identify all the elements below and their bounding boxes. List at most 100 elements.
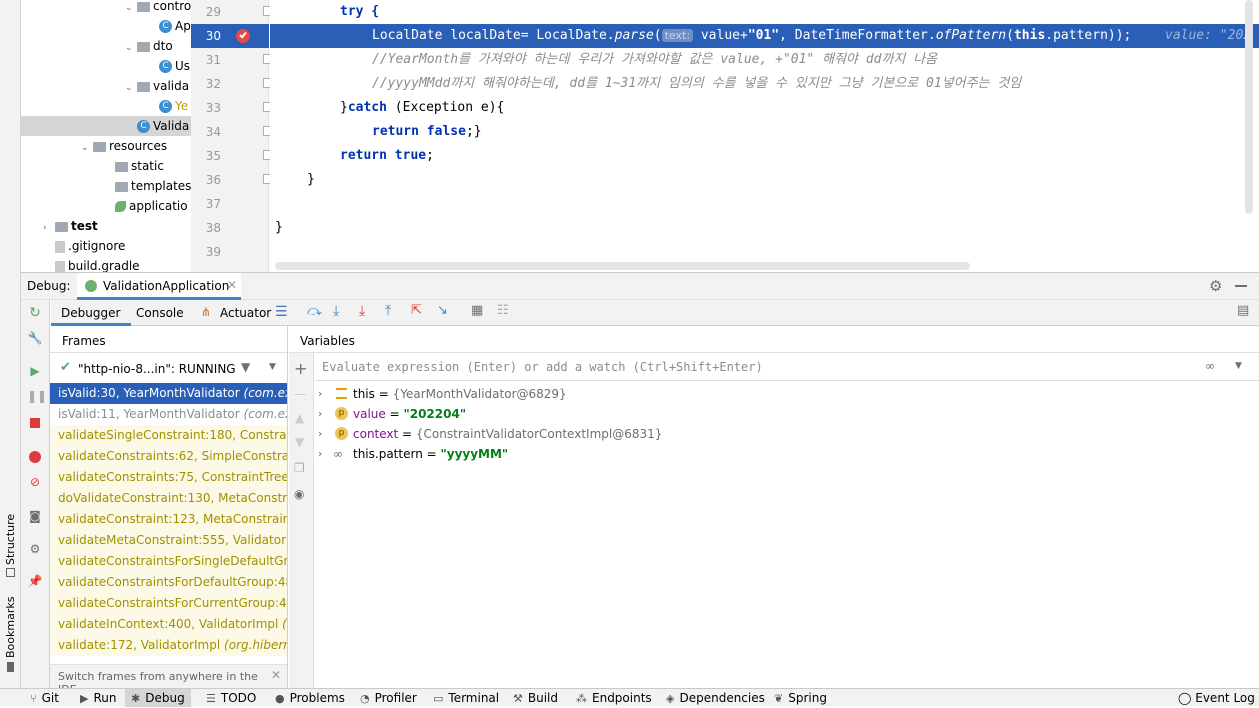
bottom-tab-terminal[interactable]: ▭ Terminal xyxy=(433,689,499,707)
settings-icon[interactable]: ⚙ xyxy=(27,541,43,557)
tab-actuator[interactable]: Actuator xyxy=(220,306,271,320)
modify-run-config-icon[interactable]: 🔧 xyxy=(27,330,43,346)
minimize-icon[interactable] xyxy=(1235,285,1247,287)
menu-lines-icon[interactable]: ☰ xyxy=(275,304,288,320)
layout-icon[interactable]: ▤ xyxy=(1237,303,1249,318)
vertical-scrollbar[interactable] xyxy=(1245,0,1253,214)
thread-selector[interactable]: ✔ "http-nio-8...in": RUNNING ▼ ▼ xyxy=(50,358,287,380)
stack-frame[interactable]: validateConstraint:123, MetaConstraint (… xyxy=(50,509,287,530)
bookmarks-tab[interactable]: Bookmarks xyxy=(4,597,17,658)
stop-icon[interactable] xyxy=(30,418,40,428)
stack-frame[interactable]: isValid:11, YearMonthValidator (com.exam xyxy=(50,404,287,425)
event-log-button[interactable]: ◯ Event Log xyxy=(1178,689,1255,707)
stack-frame[interactable]: validateMetaConstraint:555, ValidatorImp… xyxy=(50,530,287,551)
variable-row[interactable]: › p value = "202204" xyxy=(315,404,1259,424)
tree-item[interactable]: C Ye xyxy=(147,96,188,116)
bottom-tab-spring[interactable]: ❦ Spring xyxy=(774,689,827,707)
move-up-icon[interactable]: ▲ xyxy=(295,411,304,425)
expand-arrow-icon[interactable]: › xyxy=(318,424,322,444)
tree-item[interactable]: static xyxy=(103,156,164,176)
bottom-tab-build[interactable]: ⚒ Build xyxy=(513,689,558,707)
stack-frame[interactable]: validateSingleConstraint:180, Constraint… xyxy=(50,425,287,446)
expand-arrow-icon[interactable]: › xyxy=(318,444,322,464)
expand-arrow-icon[interactable]: › xyxy=(318,384,322,404)
bottom-tab-profiler[interactable]: ◔ Profiler xyxy=(360,689,417,707)
remove-watch-icon[interactable]: — xyxy=(294,387,306,401)
tree-item[interactable]: .gitignore xyxy=(43,236,125,256)
tree-item[interactable]: ⌄ dto xyxy=(125,36,173,56)
drop-frame-icon[interactable]: ⇱ xyxy=(411,303,422,318)
evaluate-input[interactable]: Evaluate expression (Enter) or add a wat… xyxy=(315,354,1259,381)
stack-frame[interactable]: validateConstraints:75, ConstraintTree (… xyxy=(50,467,287,488)
chevron-icon[interactable]: ⌄ xyxy=(125,78,137,98)
eye-icon[interactable]: ◉ xyxy=(294,487,304,501)
duplicate-icon[interactable]: ❐ xyxy=(294,461,305,475)
pin-icon[interactable]: 📌 xyxy=(27,573,43,589)
code-line-36: } xyxy=(307,172,315,187)
tree-item[interactable]: ⌄ contro xyxy=(125,0,191,16)
tree-item[interactable]: C Us xyxy=(147,56,190,76)
close-hint-icon[interactable]: ✕ xyxy=(271,668,281,682)
tree-item[interactable]: ⌄ resources xyxy=(81,136,167,156)
resume-icon[interactable]: ▶ xyxy=(27,363,43,379)
stack-frame[interactable]: validate:172, ValidatorImpl (org.hiberna… xyxy=(50,635,287,656)
stack-frame[interactable]: validateConstraints:62, SimpleConstraint… xyxy=(50,446,287,467)
force-step-into-icon[interactable]: ⤓ xyxy=(359,303,365,319)
step-into-icon[interactable]: ⤓ xyxy=(333,303,339,319)
tree-item[interactable]: ⌄ valida xyxy=(125,76,189,96)
pause-icon[interactable]: ❚❚ xyxy=(27,388,47,404)
tree-item[interactable]: templates xyxy=(103,176,191,196)
stack-frame[interactable]: validateConstraintsForCurrentGroup:450, … xyxy=(50,593,287,614)
glasses-icon[interactable]: ∞ xyxy=(1205,359,1215,373)
settings-gear-icon[interactable]: ⚙ xyxy=(1209,277,1222,295)
tab-debugger[interactable]: Debugger xyxy=(51,300,131,326)
trace-icon[interactable]: ☷ xyxy=(497,303,509,318)
tree-item[interactable]: › test xyxy=(43,216,98,236)
variable-row[interactable]: › this = {YearMonthValidator@6829} xyxy=(315,384,1259,404)
move-down-icon[interactable]: ▼ xyxy=(295,435,304,449)
breakpoint-icon[interactable] xyxy=(236,29,250,43)
step-over-icon[interactable]: ⤼ xyxy=(307,303,322,319)
variable-row[interactable]: › ∞ this.pattern = "yyyyMM" xyxy=(315,444,1259,464)
code-editor[interactable]: try { LocalDate localDate= LocalDate.par… xyxy=(270,0,1259,272)
structure-tab[interactable]: Structure xyxy=(4,514,17,565)
history-dropdown-icon[interactable]: ▼ xyxy=(1235,361,1242,371)
bottom-tab-run[interactable]: ▶ Run xyxy=(80,689,116,707)
bottom-tab-problems[interactable]: ● Problems xyxy=(275,689,345,707)
chevron-icon[interactable]: ⌄ xyxy=(125,38,137,58)
variable-row[interactable]: › p context = {ConstraintValidatorContextI… xyxy=(315,424,1259,444)
line-number: 32 xyxy=(205,77,221,91)
bottom-tab-debug[interactable]: ✱ Debug xyxy=(125,689,191,707)
stack-frame[interactable]: validateInContext:400, ValidatorImpl (or… xyxy=(50,614,287,635)
tab-console[interactable]: Console xyxy=(136,306,184,320)
mute-breakpoints-icon[interactable]: ⊘ xyxy=(27,474,43,490)
bottom-tab-dependencies[interactable]: ◈ Dependencies xyxy=(666,689,765,707)
tree-item[interactable]: C Ap xyxy=(147,16,191,36)
close-tab-icon[interactable]: ✕ xyxy=(227,278,237,292)
add-watch-icon[interactable]: + xyxy=(294,359,307,378)
tree-item[interactable]: build.gradle xyxy=(43,256,140,272)
view-breakpoints-icon[interactable] xyxy=(29,451,41,463)
stack-frame[interactable]: validateConstraintsForDefaultGroup:488, … xyxy=(50,572,287,593)
camera-icon[interactable]: ◙ xyxy=(27,508,43,524)
step-out-icon[interactable]: ⤒ xyxy=(385,303,391,319)
bottom-tab-todo[interactable]: ☰ TODO xyxy=(206,689,256,707)
stack-frame[interactable]: doValidateConstraint:130, MetaConstraint xyxy=(50,488,287,509)
stack-frame[interactable]: isValid:30, YearMonthValidator (com.exam xyxy=(50,383,287,404)
stack-frame[interactable]: validateConstraintsForSingleDefaultGroup… xyxy=(50,551,287,572)
bottom-tab-git[interactable]: ⑂ Git xyxy=(30,689,59,707)
expand-arrow-icon[interactable]: › xyxy=(318,404,322,424)
rerun-icon[interactable]: ↻ xyxy=(27,305,43,321)
horizontal-scrollbar[interactable] xyxy=(275,262,970,270)
tree-item[interactable]: applicatio xyxy=(103,196,188,216)
tree-item[interactable]: C Valida xyxy=(21,116,191,136)
chevron-down-icon[interactable]: ▼ xyxy=(269,362,276,372)
evaluate-icon[interactable]: ▦ xyxy=(471,303,483,318)
chevron-icon[interactable]: ⌄ xyxy=(125,0,137,18)
bottom-tab-endpoints[interactable]: ⁂ Endpoints xyxy=(576,689,652,707)
chevron-icon[interactable]: › xyxy=(43,218,55,238)
run-to-cursor-icon[interactable]: ↘ xyxy=(437,303,448,318)
filter-icon[interactable]: ▼ xyxy=(241,360,250,374)
debug-session-tab[interactable]: ValidationApplication ✕ xyxy=(77,273,241,300)
chevron-icon[interactable]: ⌄ xyxy=(81,138,93,158)
